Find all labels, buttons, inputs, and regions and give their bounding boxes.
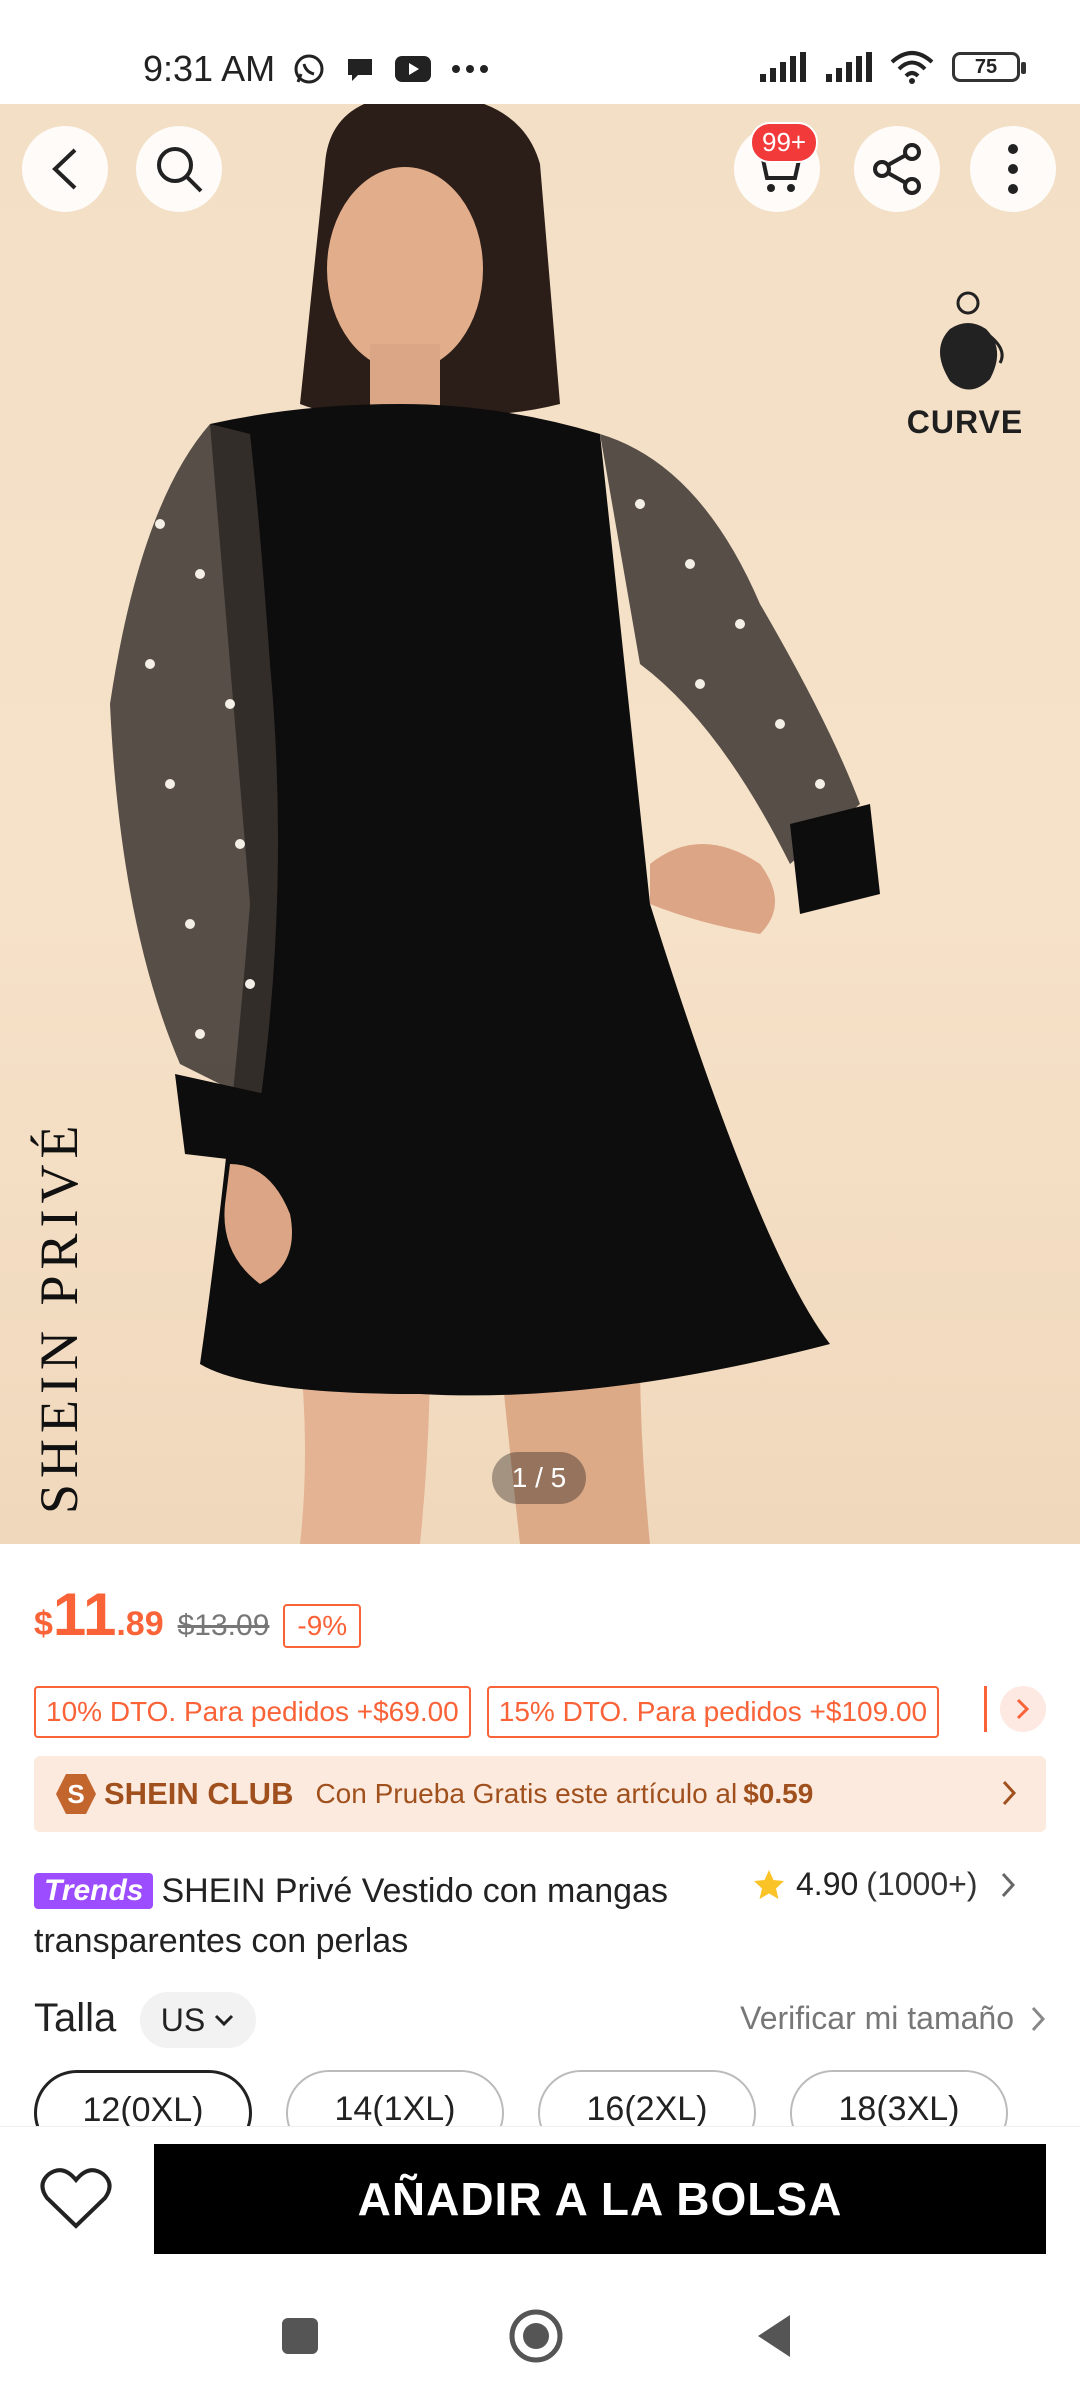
back-nav-button[interactable] — [744, 2306, 804, 2366]
curve-label: CURVE — [906, 404, 1024, 440]
size-option-selected[interactable]: 12(0XL) — [34, 2070, 252, 2126]
size-unit-selector[interactable]: US — [140, 1992, 256, 2048]
product-title: Trends SHEIN Privé Vestido con mangas tra… — [34, 1866, 734, 1966]
battery-level: 75 — [974, 55, 998, 78]
club-badge-icon: S — [56, 1774, 96, 1814]
chevron-down-icon — [215, 2014, 234, 2027]
back-button[interactable] — [22, 126, 108, 212]
home-circle-icon — [509, 2309, 563, 2363]
rating-value: 4.90 — [796, 1866, 859, 1902]
size-check-link[interactable]: Verificar mi tamaño — [740, 2000, 1046, 2037]
club-price: $0.59 — [743, 1778, 814, 1809]
star-icon — [754, 1869, 784, 1899]
status-time: 9:31 AM — [143, 48, 276, 89]
size-check-text: Verificar mi tamaño — [740, 2000, 1014, 2036]
coupon-list: 10% DTO. Para pedidos +$69.00 15% DTO. P… — [34, 1686, 940, 1738]
add-to-bag-button[interactable]: AÑADIR A LA BOLSA — [154, 2144, 1046, 2254]
cart-count-badge: 99+ — [750, 122, 819, 163]
triangle-back-icon — [758, 2315, 790, 2357]
search-button[interactable] — [136, 126, 222, 212]
chevron-right-icon — [1031, 2006, 1046, 2031]
bottom-action-bar: AÑADIR A LA BOLSA — [0, 2126, 1080, 2266]
size-options: 12(0XL) 14(1XL) 16(2XL) 18(3XL) — [34, 2070, 1080, 2126]
wishlist-button[interactable] — [36, 2163, 116, 2235]
coupon-divider — [984, 1686, 987, 1732]
search-icon — [157, 147, 203, 193]
status-right-icons: 75 — [758, 50, 1026, 84]
size-label: Talla — [34, 1996, 117, 2040]
review-count: (1000+) — [866, 1866, 978, 1902]
discount-badge: -9% — [283, 1604, 362, 1648]
size-option[interactable]: 18(3XL) — [790, 2070, 1008, 2126]
original-price: $13.09 — [177, 1609, 270, 1642]
chevron-left-icon — [52, 148, 77, 190]
chevron-right-icon — [1002, 1872, 1016, 1897]
home-button[interactable] — [506, 2306, 566, 2366]
curve-figure-icon — [940, 291, 1004, 390]
price-row: $ 11 .89 $13.09 -9% — [34, 1580, 362, 1649]
more-options-button[interactable] — [970, 126, 1056, 212]
image-pager: 1 / 5 — [492, 1452, 586, 1504]
coupon-tag[interactable]: 15% DTO. Para pedidos +$109.00 — [486, 1686, 940, 1738]
status-app-icons — [292, 52, 490, 86]
more-vertical-icon — [1008, 144, 1018, 194]
chevron-right-icon — [1016, 1698, 1030, 1720]
battery-icon: 75 — [952, 52, 1026, 82]
size-unit-value: US — [160, 2001, 206, 2038]
heart-icon — [40, 2168, 112, 2229]
curve-logo: CURVE — [900, 289, 1030, 441]
club-description: Con Prueba Gratis este artículo al — [315, 1778, 738, 1809]
club-name: SHEIN CLUB — [104, 1776, 294, 1811]
more-dots-icon — [452, 65, 488, 73]
system-nav-bar — [0, 2266, 1080, 2400]
wifi-icon — [890, 51, 934, 84]
brand-watermark: SHEIN PRIVÉ — [29, 1119, 89, 1514]
price-currency: $ — [34, 1605, 53, 1643]
share-button[interactable] — [854, 126, 940, 212]
coupon-tag[interactable]: 10% DTO. Para pedidos +$69.00 — [34, 1686, 471, 1738]
rating-summary[interactable]: 4.90 (1000+) — [752, 1866, 1017, 1903]
size-option[interactable]: 16(2XL) — [538, 2070, 756, 2126]
share-icon — [873, 143, 921, 195]
size-option[interactable]: 14(1XL) — [286, 2070, 504, 2126]
signal-icon — [826, 52, 872, 82]
price-decimal: .89 — [116, 1605, 164, 1643]
recents-button[interactable] — [270, 2306, 330, 2366]
coupons-more-button[interactable] — [1000, 1686, 1046, 1732]
chat-bubble-icon — [348, 59, 372, 81]
chevron-right-icon — [1002, 1780, 1017, 1806]
trends-badge: Trends — [34, 1873, 154, 1909]
shein-club-banner[interactable]: S SHEIN CLUB Con Prueba Gratis este artí… — [34, 1756, 1046, 1832]
whatsapp-icon — [294, 54, 324, 84]
signal-icon — [760, 52, 806, 82]
status-bar: 9:31 AM 75 — [0, 0, 1080, 104]
price-integer: 11 — [52, 1581, 117, 1648]
product-image-carousel[interactable]: 99+ CURVE SHEIN PRIVÉ 1 / 5 — [0, 104, 1080, 1544]
youtube-icon — [395, 56, 431, 82]
square-icon — [282, 2318, 318, 2354]
